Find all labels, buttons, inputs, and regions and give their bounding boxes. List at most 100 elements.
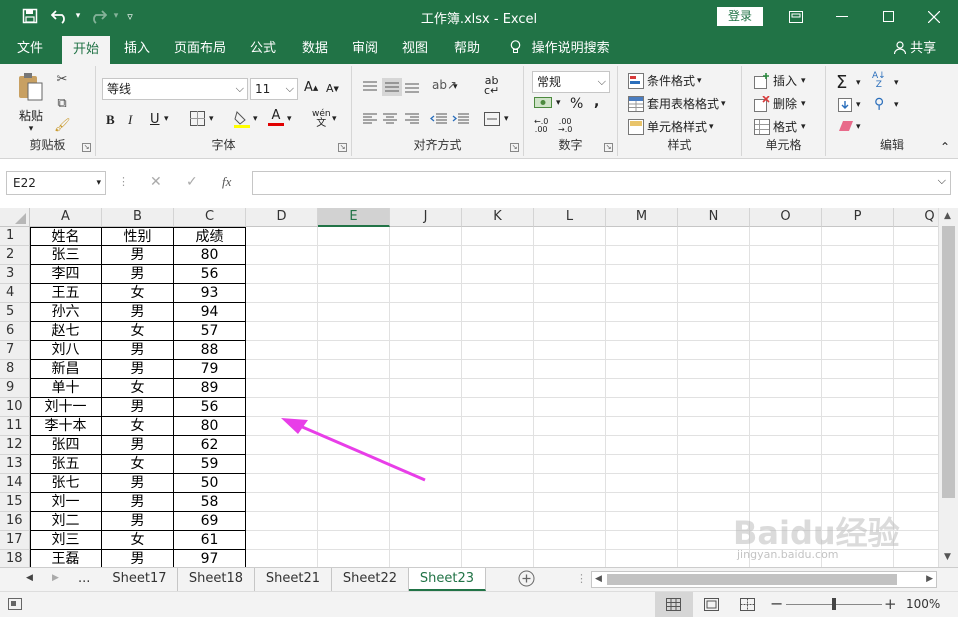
tell-me-search[interactable]: 操作说明搜索 [505, 33, 615, 64]
format-painter-icon[interactable]: 🖌 [54, 118, 71, 134]
delete-cells-button[interactable]: 删除 ▾ [754, 94, 806, 112]
clear-dropdown-icon[interactable]: ▾ [856, 122, 861, 132]
align-bottom-icon[interactable] [404, 80, 420, 94]
align-right-icon[interactable] [404, 112, 420, 126]
cancel-formula-icon[interactable]: ✕ [150, 174, 162, 190]
cell-styles-button[interactable]: 单元格样式 ▾ [628, 118, 714, 135]
more-sheets-ellipsis[interactable]: ... [78, 571, 90, 586]
scroll-tabs-right-icon[interactable]: ▶ [52, 573, 59, 583]
minimize-icon[interactable] [819, 0, 865, 33]
align-center-icon[interactable] [382, 112, 398, 126]
cut-icon[interactable]: ✂ [54, 72, 70, 88]
tab-split-grip-icon[interactable]: ⋮ [576, 572, 587, 585]
page-layout-view-icon[interactable] [704, 598, 719, 614]
font-color-dropdown-icon[interactable]: ▾ [287, 114, 292, 124]
underline-icon[interactable]: U [150, 112, 160, 127]
conditional-formatting-button[interactable]: 条件格式 ▾ [628, 72, 702, 89]
font-launcher-icon[interactable]: ↘ [338, 143, 347, 152]
font-name-select[interactable]: 等线 ⌵ [102, 78, 248, 100]
sort-filter-icon[interactable]: A↓ Z [872, 72, 886, 90]
tab-help[interactable]: 帮助 [444, 33, 490, 64]
format-as-table-button[interactable]: 套用表格格式 ▾ [628, 95, 726, 112]
maximize-icon[interactable] [865, 0, 911, 33]
fill-color-icon[interactable] [234, 110, 250, 128]
name-box[interactable]: E22 ▾ [6, 171, 106, 195]
fill-icon[interactable] [838, 98, 852, 112]
new-sheet-icon[interactable] [518, 570, 535, 590]
page-break-view-icon[interactable] [740, 598, 755, 614]
tab-page-layout[interactable]: 页面布局 [168, 33, 232, 64]
clear-icon[interactable] [838, 120, 854, 132]
alignment-launcher-icon[interactable]: ↘ [510, 143, 519, 152]
fill-dropdown-icon[interactable]: ▾ [856, 100, 861, 110]
tab-home[interactable]: 开始 [62, 36, 110, 64]
scroll-tabs-left-icon[interactable]: ◀ [26, 573, 33, 583]
horizontal-scroll-thumb[interactable] [607, 574, 897, 585]
fill-color-dropdown-icon[interactable]: ▾ [253, 114, 258, 124]
enter-formula-icon[interactable]: ✓ [186, 174, 198, 190]
expand-formula-bar-icon[interactable]: ⌵ [938, 174, 946, 188]
align-middle-icon[interactable] [382, 78, 402, 96]
orientation-dropdown-icon[interactable]: ▾ [453, 82, 458, 92]
comma-style-icon[interactable]: , [594, 94, 599, 110]
increase-font-icon[interactable]: A ▲ [304, 80, 318, 95]
border-icon[interactable] [190, 111, 205, 126]
font-size-select[interactable]: 11 ⌵ [250, 78, 298, 100]
clipboard-launcher-icon[interactable]: ↘ [82, 143, 91, 152]
tab-view[interactable]: 视图 [392, 33, 438, 64]
tab-insert[interactable]: 插入 [114, 33, 160, 64]
align-left-icon[interactable] [362, 112, 378, 126]
name-box-dropdown-icon[interactable]: ▾ [96, 172, 101, 194]
zoom-in-icon[interactable]: + [884, 595, 897, 613]
insert-cells-button[interactable]: 插入 ▾ [754, 72, 806, 89]
worksheet-grid[interactable]: ABCDEJKLMNOPQ 1 2 3 4 5 6 7 8 9 10 11 12 13 14 15 16 17 1… [0, 208, 958, 567]
decrease-font-icon[interactable]: A ▼ [326, 82, 339, 95]
accounting-dropdown-icon[interactable]: ▾ [556, 98, 561, 108]
scroll-left-icon[interactable]: ◀ [595, 574, 602, 584]
login-button[interactable]: 登录 [717, 7, 763, 26]
horizontal-scrollbar[interactable]: ◀ ▶ [591, 571, 937, 588]
sheet-tab-sheet18[interactable]: Sheet18 [178, 568, 255, 591]
find-select-icon[interactable]: ⚲ [874, 96, 884, 112]
sheet-tab-sheet21[interactable]: Sheet21 [255, 568, 332, 591]
tab-data[interactable]: 数据 [292, 33, 338, 64]
number-format-select[interactable]: 常规 ⌵ [532, 71, 610, 93]
tab-file[interactable]: 文件 [6, 33, 54, 64]
bold-icon[interactable]: B [106, 112, 115, 128]
collapse-ribbon-icon[interactable]: ⌃ [940, 140, 950, 154]
zoom-out-icon[interactable]: − [770, 594, 783, 613]
share-button[interactable]: 共享 [885, 33, 945, 64]
accounting-format-icon[interactable] [534, 96, 552, 110]
zoom-level[interactable]: 100% [906, 597, 940, 611]
formula-input[interactable]: ⌵ [252, 171, 951, 195]
scroll-right-icon[interactable]: ▶ [926, 574, 933, 584]
sort-filter-dropdown-icon[interactable]: ▾ [894, 78, 899, 88]
font-color-icon[interactable]: A [268, 108, 284, 126]
phonetic-guide-icon[interactable]: wén 文 [312, 110, 331, 129]
merge-center-icon[interactable] [484, 112, 500, 126]
ribbon-display-options-icon[interactable] [773, 0, 819, 33]
tab-formulas[interactable]: 公式 [240, 33, 286, 64]
decrease-indent-icon[interactable] [430, 112, 448, 126]
phonetic-dropdown-icon[interactable]: ▾ [332, 114, 337, 124]
percent-icon[interactable]: % [570, 96, 583, 112]
format-cells-button[interactable]: 格式 ▾ [754, 118, 806, 135]
align-top-icon[interactable] [362, 80, 378, 94]
copy-icon[interactable]: ⧉ [54, 96, 70, 112]
wrap-text-icon[interactable]: ab c↵ [484, 75, 499, 96]
paste-button[interactable]: 粘贴 ▾ [14, 72, 48, 134]
number-launcher-icon[interactable]: ↘ [604, 143, 613, 152]
tab-review[interactable]: 审阅 [342, 33, 388, 64]
find-select-dropdown-icon[interactable]: ▾ [894, 100, 899, 110]
merge-dropdown-icon[interactable]: ▾ [504, 114, 509, 124]
sheet-tab-sheet17[interactable]: Sheet17 [102, 568, 178, 591]
increase-indent-icon[interactable] [452, 112, 470, 126]
sheet-tab-sheet22[interactable]: Sheet22 [332, 568, 409, 591]
insert-function-icon[interactable]: fx [222, 174, 231, 190]
decrease-decimal-icon[interactable]: .00 →.0 [558, 118, 572, 134]
close-icon[interactable] [911, 0, 957, 33]
macro-record-icon[interactable] [8, 598, 22, 613]
sheet-tab-sheet23[interactable]: Sheet23 [409, 568, 486, 591]
autosum-dropdown-icon[interactable]: ▾ [856, 78, 861, 88]
increase-decimal-icon[interactable]: ←.0.00 [534, 118, 548, 134]
